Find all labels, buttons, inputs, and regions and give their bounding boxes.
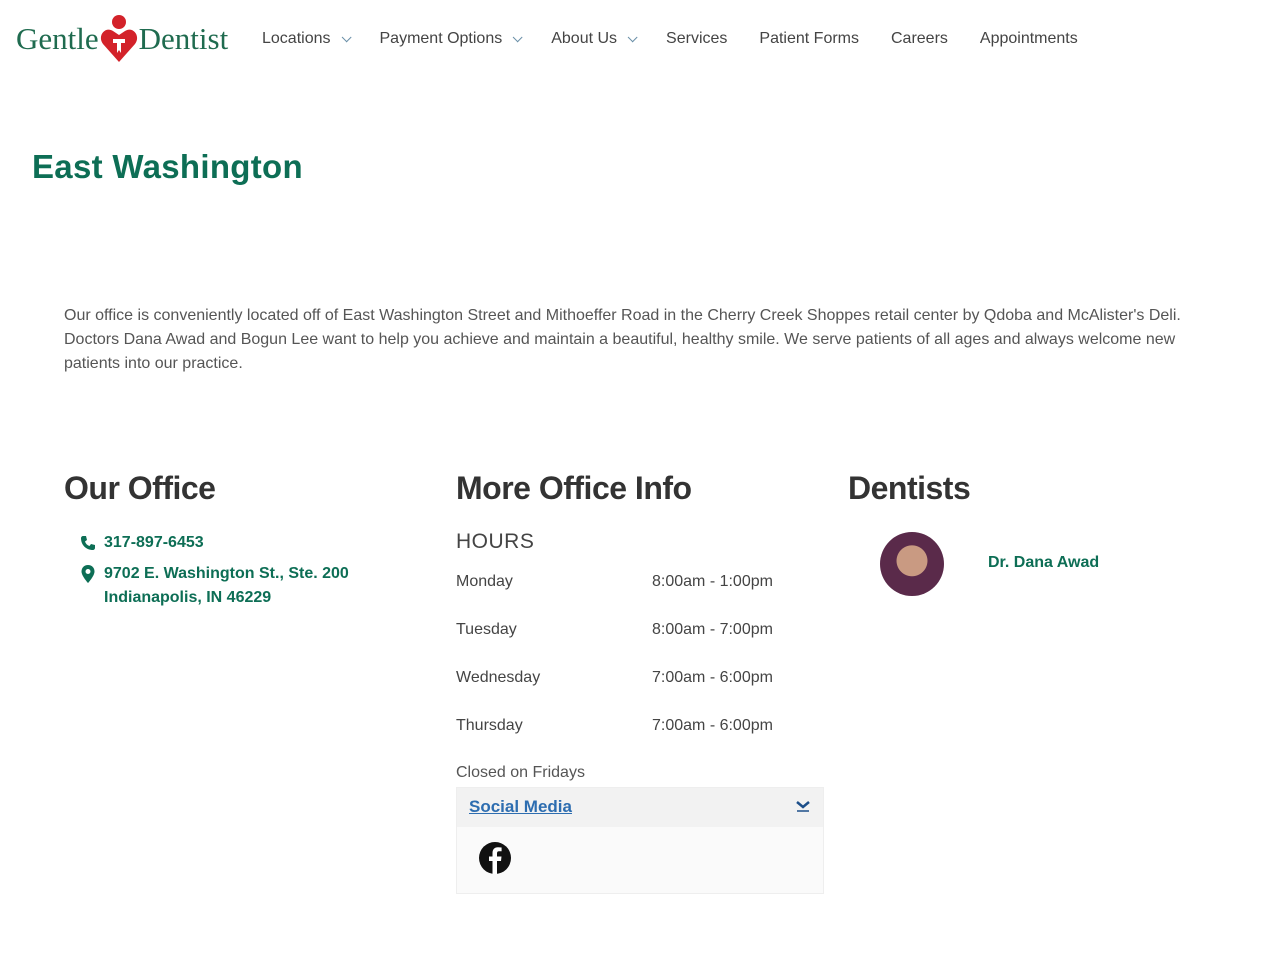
chevron-down-icon bbox=[796, 801, 810, 812]
logo-text-gentle: Gentle bbox=[16, 21, 99, 56]
social-media-accordion: Social Media bbox=[456, 787, 824, 894]
main-nav: Locations Payment Options About Us Servi… bbox=[262, 30, 1110, 48]
hours-title: HOURS bbox=[456, 530, 535, 553]
nav-label: Locations bbox=[262, 30, 331, 47]
more-office-info-heading: More Office Info bbox=[456, 470, 692, 506]
dentist-link[interactable]: Dr. Dana Awad bbox=[988, 554, 1099, 572]
page-title: East Washington bbox=[32, 148, 303, 185]
day: Thursday bbox=[456, 717, 523, 734]
social-media-toggle[interactable]: Social Media bbox=[457, 788, 823, 827]
hours-row: Thursday 7:00am - 6:00pm bbox=[456, 717, 796, 735]
nav-patient-forms[interactable]: Patient Forms bbox=[759, 30, 859, 48]
phone-number: 317-897-6453 bbox=[104, 534, 204, 551]
logo-text-dentist: Dentist bbox=[138, 21, 229, 56]
address-line-2: Indianapolis, IN 46229 bbox=[104, 589, 272, 606]
phone-icon bbox=[81, 536, 95, 550]
nav-services[interactable]: Services bbox=[666, 30, 727, 48]
nav-about-us[interactable]: About Us bbox=[551, 30, 638, 48]
dentists-heading: Dentists bbox=[848, 470, 971, 506]
phone-link[interactable]: 317-897-6453 bbox=[80, 534, 204, 552]
hours-row: Monday 8:00am - 1:00pm bbox=[456, 573, 796, 591]
time: 8:00am - 1:00pm bbox=[652, 573, 773, 590]
facebook-icon[interactable] bbox=[478, 841, 512, 875]
nav-label: Appointments bbox=[979, 30, 1078, 47]
nav-label: About Us bbox=[551, 30, 618, 47]
nav-locations[interactable]: Locations bbox=[262, 30, 352, 48]
heart-tooth-icon bbox=[100, 15, 137, 62]
hours-row: Tuesday 8:00am - 7:00pm bbox=[456, 621, 796, 639]
nav-careers[interactable]: Careers bbox=[891, 30, 948, 48]
nav-label: Payment Options bbox=[379, 30, 503, 47]
hours-row: Wednesday 7:00am - 6:00pm bbox=[456, 669, 796, 687]
day: Tuesday bbox=[456, 621, 517, 638]
time: 8:00am - 7:00pm bbox=[652, 621, 773, 638]
day: Wednesday bbox=[456, 669, 541, 686]
intro-text: Our office is conveniently located off o… bbox=[64, 307, 1181, 372]
day: Monday bbox=[456, 573, 513, 590]
map-pin-icon bbox=[81, 565, 95, 583]
time: 7:00am - 6:00pm bbox=[652, 717, 773, 734]
our-office-heading: Our Office bbox=[64, 470, 216, 506]
chevron-down-icon bbox=[512, 31, 523, 42]
chevron-down-icon bbox=[341, 31, 352, 42]
nav-label: Patient Forms bbox=[759, 30, 859, 47]
time: 7:00am - 6:00pm bbox=[652, 669, 773, 686]
dentist-avatar[interactable] bbox=[880, 532, 944, 596]
nav-label: Careers bbox=[891, 30, 948, 47]
chevron-down-icon bbox=[627, 31, 638, 42]
address-link[interactable]: 9702 E. Washington St., Ste. 200 Indianap… bbox=[80, 562, 349, 610]
nav-appointments[interactable]: Appointments bbox=[980, 30, 1078, 48]
closed-note: Closed on Fridays bbox=[456, 764, 585, 781]
address-line-1: 9702 E. Washington St., Ste. 200 bbox=[104, 565, 349, 582]
nav-payment-options[interactable]: Payment Options bbox=[379, 30, 523, 48]
nav-label: Services bbox=[666, 30, 728, 47]
social-media-link[interactable]: Social Media bbox=[469, 797, 572, 818]
logo[interactable]: Gentle Dentist bbox=[16, 14, 228, 64]
